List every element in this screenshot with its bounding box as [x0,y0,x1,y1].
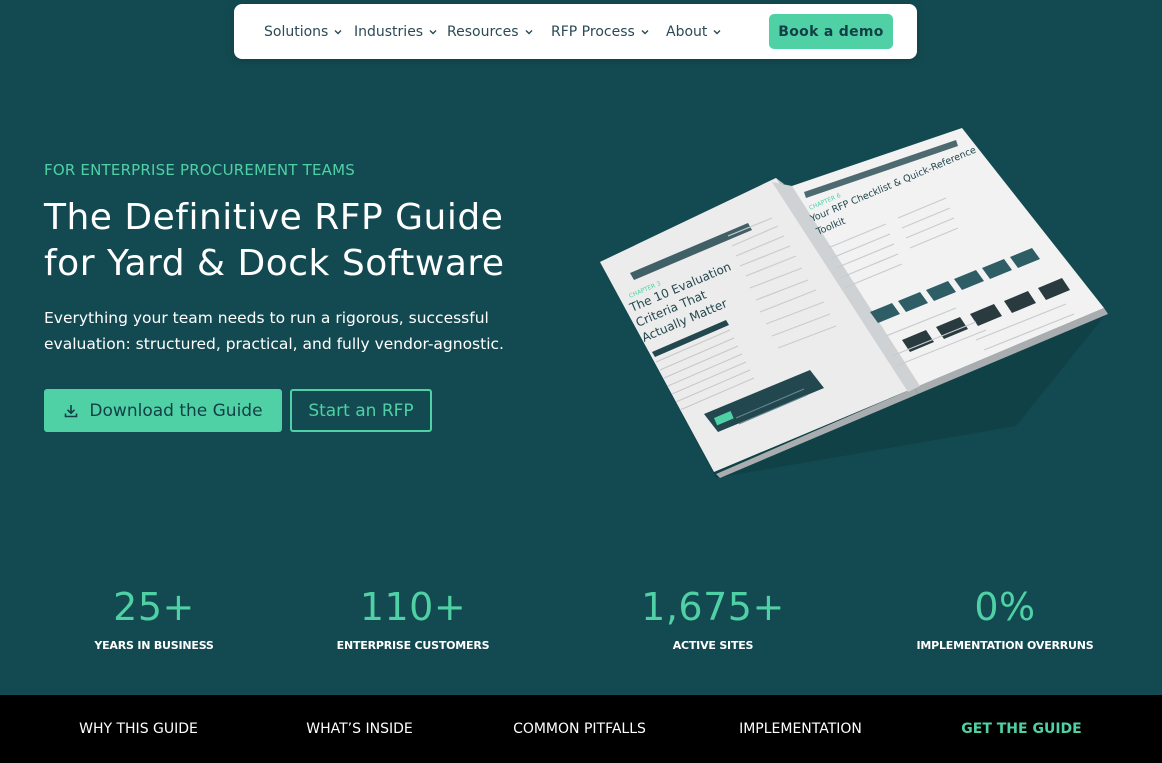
section-link-whats-inside[interactable]: WHAT’S INSIDE [249,695,470,763]
stat-value: 0% [974,585,1036,629]
stat-value: 1,675+ [641,585,785,629]
stat-label: ACTIVE SITES [672,639,754,652]
nav-item-about[interactable]: About [666,4,722,59]
nav-item-solutions[interactable]: Solutions [264,4,343,59]
nav-item-label: Industries [354,23,424,40]
nav-item-label: RFP Process [551,23,635,40]
top-navigation: Solutions Industries Resources RFP Proce… [234,4,917,59]
hero-eyebrow: FOR ENTERPRISE PROCUREMENT TEAMS [44,161,356,179]
section-link-why-this-guide[interactable]: WHY THIS GUIDE [28,695,249,763]
stat-value: 25+ [113,585,195,629]
stat-label: YEARS IN BUSINESS [94,639,214,652]
stat-customers: 110+ ENTERPRISE CUSTOMERS [283,585,543,652]
hero-title: The Definitive RFP Guide for Yard & Dock… [44,195,564,287]
nav-item-label: About [666,23,708,40]
nav-item-label: Resources [447,23,519,40]
nav-item-rfp-process[interactable]: RFP Process [551,4,650,59]
download-guide-label: Download the Guide [89,400,263,421]
stat-label: ENTERPRISE CUSTOMERS [336,639,490,652]
hero-title-line-2: for Yard & Dock Software [44,243,505,284]
stat-label: IMPLEMENTATION OVERRUNS [916,639,1094,652]
chevron-down-icon [525,29,532,34]
section-link-common-pitfalls[interactable]: COMMON PITFALLS [469,695,690,763]
chevron-down-icon [429,29,437,34]
section-navigation: WHY THIS GUIDE WHAT’S INSIDE COMMON PITF… [0,695,1162,763]
start-rfp-button[interactable]: Start an RFP [290,389,432,432]
chevron-down-icon [713,29,721,34]
nav-item-resources[interactable]: Resources [447,4,534,59]
nav-item-label: Solutions [264,23,329,40]
hero-subtitle: Everything your team needs to run a rigo… [44,305,524,357]
section-link-get-the-guide[interactable]: GET THE GUIDE [911,695,1132,763]
nav-item-industries[interactable]: Industries [354,4,438,59]
stat-sites: 1,675+ ACTIVE SITES [583,585,843,652]
download-guide-button[interactable]: Download the Guide [44,389,282,432]
hero-title-line-1: The Definitive RFP Guide [44,197,504,238]
hero-subtitle-line-2: evaluation: structured, practical, and f… [44,335,504,353]
guide-book-image: CHAPTER 3 The 10 Evaluation Criteria Tha… [600,128,1108,478]
stat-years: 25+ YEARS IN BUSINESS [24,585,284,652]
hero-subtitle-line-1: Everything your team needs to run a rigo… [44,309,489,327]
section-link-implementation[interactable]: IMPLEMENTATION [690,695,911,763]
stat-overruns: 0% IMPLEMENTATION OVERRUNS [875,585,1135,652]
chevron-down-icon [334,29,342,34]
book-demo-button[interactable]: Book a demo [769,14,893,49]
download-icon [65,404,78,417]
stat-value: 110+ [359,585,467,629]
chevron-down-icon [641,29,649,34]
